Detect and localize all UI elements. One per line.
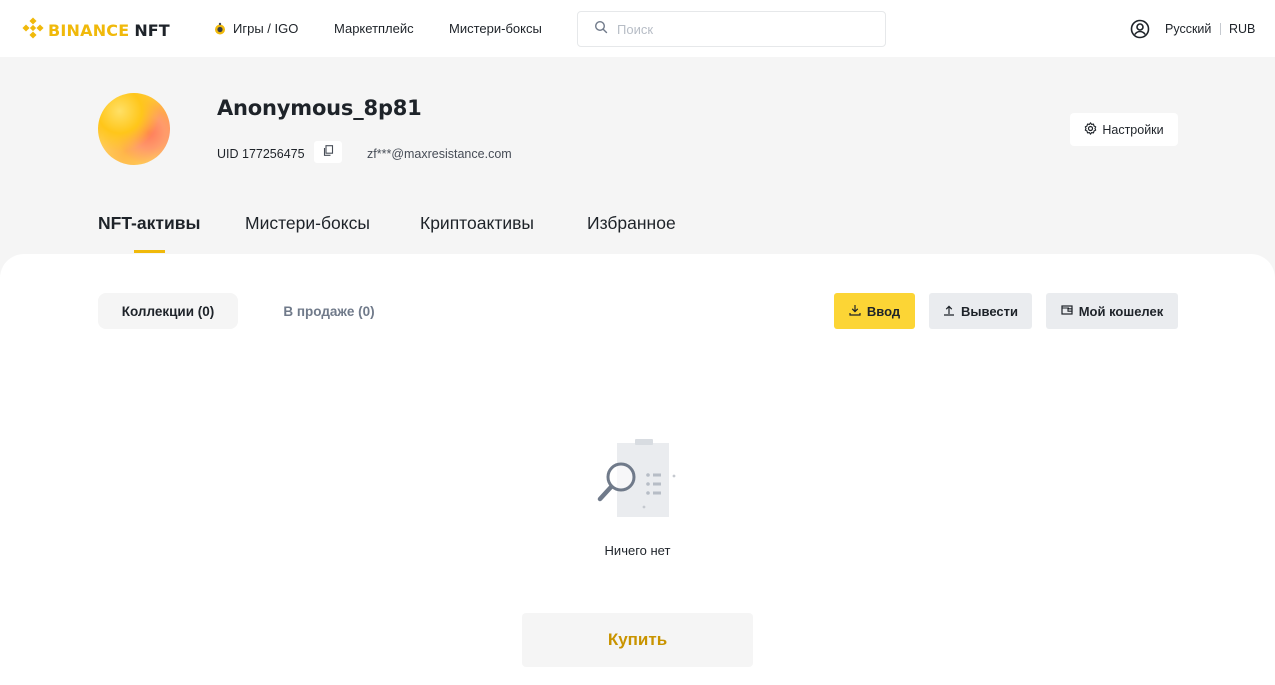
logo-suffix: NFT (134, 21, 170, 40)
search-box[interactable] (577, 11, 886, 47)
buy-button[interactable]: Купить (522, 613, 753, 667)
withdraw-button[interactable]: Вывести (929, 293, 1032, 329)
user-uid: UID 177256475 (217, 147, 305, 161)
tab-mystery-boxes[interactable]: Мистери-боксы (245, 213, 370, 234)
language-selector[interactable]: Русский (1165, 22, 1211, 36)
currency-selector[interactable]: RUB (1229, 22, 1255, 36)
empty-search-illustration (595, 439, 680, 519)
search-input[interactable] (617, 21, 877, 37)
nav-games-label: Игры / IGO (233, 21, 299, 36)
tab-crypto-assets[interactable]: Криптоактивы (420, 213, 534, 234)
logo-text: BINANCE (48, 21, 130, 40)
withdraw-label: Вывести (961, 303, 1018, 319)
deposit-button[interactable]: Ввод (834, 293, 915, 329)
deposit-label: Ввод (866, 303, 901, 319)
profile-section: Anonymous_8p81 UID 177256475 zf***@maxre… (0, 57, 1275, 287)
empty-state-text: Ничего нет (604, 543, 671, 558)
gear-icon (1084, 121, 1102, 138)
user-email: zf***@maxresistance.com (367, 147, 512, 161)
settings-label: Настройки (1102, 122, 1164, 137)
game-icon (213, 22, 227, 36)
download-icon (849, 304, 867, 319)
top-header: BINANCE NFT Игры / IGO Маркетплейс Мисте… (0, 0, 1275, 57)
filter-on-sale[interactable]: В продаже (0) (262, 293, 396, 329)
copy-icon (323, 143, 334, 161)
filter-collections[interactable]: Коллекции (0) (98, 293, 238, 329)
divider (1220, 23, 1221, 35)
copy-uid-button[interactable] (314, 141, 342, 163)
my-wallet-button[interactable]: Мой кошелек (1046, 293, 1178, 329)
username: Anonymous_8p81 (217, 96, 422, 120)
nav-mystery-boxes[interactable]: Мистери-боксы (449, 21, 542, 36)
nav-games[interactable]: Игры / IGO (213, 21, 298, 36)
assets-panel: Коллекции (0) В продаже (0) Ввод Вывести… (0, 254, 1275, 685)
tab-favorites[interactable]: Избранное (587, 213, 676, 234)
nav-marketplace[interactable]: Маркетплейс (334, 21, 414, 36)
wallet-icon (1061, 304, 1079, 319)
binance-nft-logo[interactable]: BINANCE NFT (22, 17, 170, 44)
avatar (98, 93, 170, 165)
user-icon[interactable] (1130, 19, 1150, 39)
wallet-label: Мой кошелек (1078, 303, 1164, 319)
settings-button[interactable]: Настройки (1070, 113, 1178, 146)
upload-icon (943, 304, 961, 319)
search-icon (594, 20, 608, 39)
tab-nft-assets[interactable]: NFT-активы (98, 213, 200, 234)
binance-logo-icon (22, 17, 44, 44)
active-tab-indicator (134, 250, 165, 253)
